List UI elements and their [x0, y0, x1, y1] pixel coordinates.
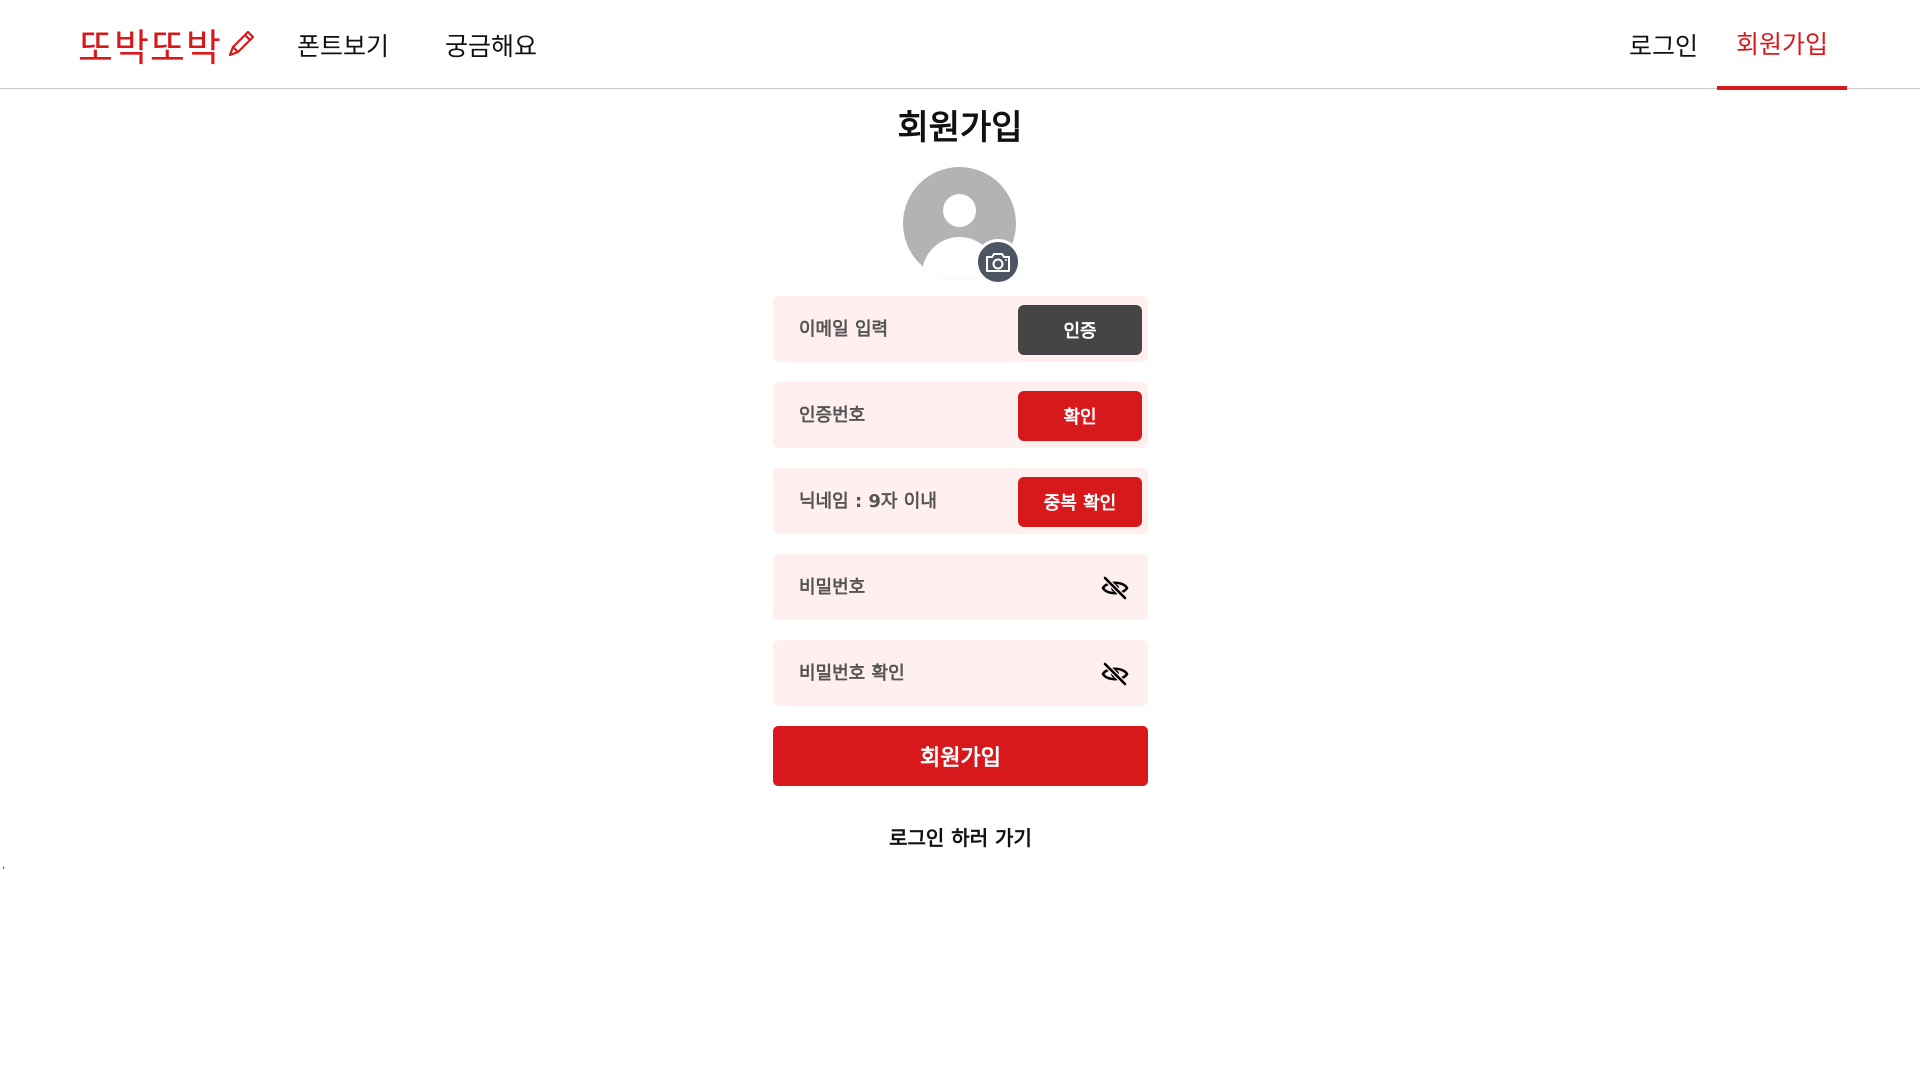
signup-submit-button[interactable]: 회원가입 [773, 726, 1148, 786]
password-input[interactable] [773, 554, 1148, 620]
nav-login[interactable]: 로그인 [1629, 0, 1698, 89]
page-title: 회원가입 [897, 108, 1023, 148]
nickname-duplicate-check-button[interactable]: 중복 확인 [1018, 477, 1142, 527]
nav-faq[interactable]: 궁금해요 [445, 27, 537, 63]
password-field-row [773, 554, 1148, 620]
eye-slash-icon[interactable] [1100, 659, 1130, 689]
eye-slash-icon[interactable] [1100, 573, 1130, 603]
nickname-field-row: 중복 확인 [773, 468, 1148, 534]
pencil-icon [228, 30, 254, 57]
stray-mark: , [2, 860, 6, 871]
nav-signup[interactable]: 회원가입 [1717, 0, 1847, 90]
email-field-row: 인증 [773, 296, 1148, 362]
password-confirm-input[interactable] [773, 640, 1148, 706]
auth-nav: 로그인 회원가입 [1429, 0, 1889, 90]
password-confirm-field-row [773, 640, 1148, 706]
email-verify-button[interactable]: 인증 [1018, 305, 1142, 355]
nav-font-view[interactable]: 폰트보기 [297, 27, 389, 63]
profile-image-uploader [903, 167, 1021, 285]
camera-icon [986, 253, 1010, 272]
go-to-login-link[interactable]: 로그인 하러 가기 [773, 822, 1148, 851]
logo[interactable]: 또박또박 [78, 20, 258, 70]
top-header: 또박또박 폰트보기 궁금해요 로그인 회원가입 [0, 0, 1920, 90]
signup-form: 인증 확인 중복 확인 회원가입 로그인 하러 가기 [773, 296, 1148, 851]
camera-button[interactable] [975, 239, 1021, 285]
code-confirm-button[interactable]: 확인 [1018, 391, 1142, 441]
logo-text: 또박또박 [78, 25, 222, 70]
code-field-row: 확인 [773, 382, 1148, 448]
main-nav: 폰트보기 궁금해요 [297, 0, 537, 89]
